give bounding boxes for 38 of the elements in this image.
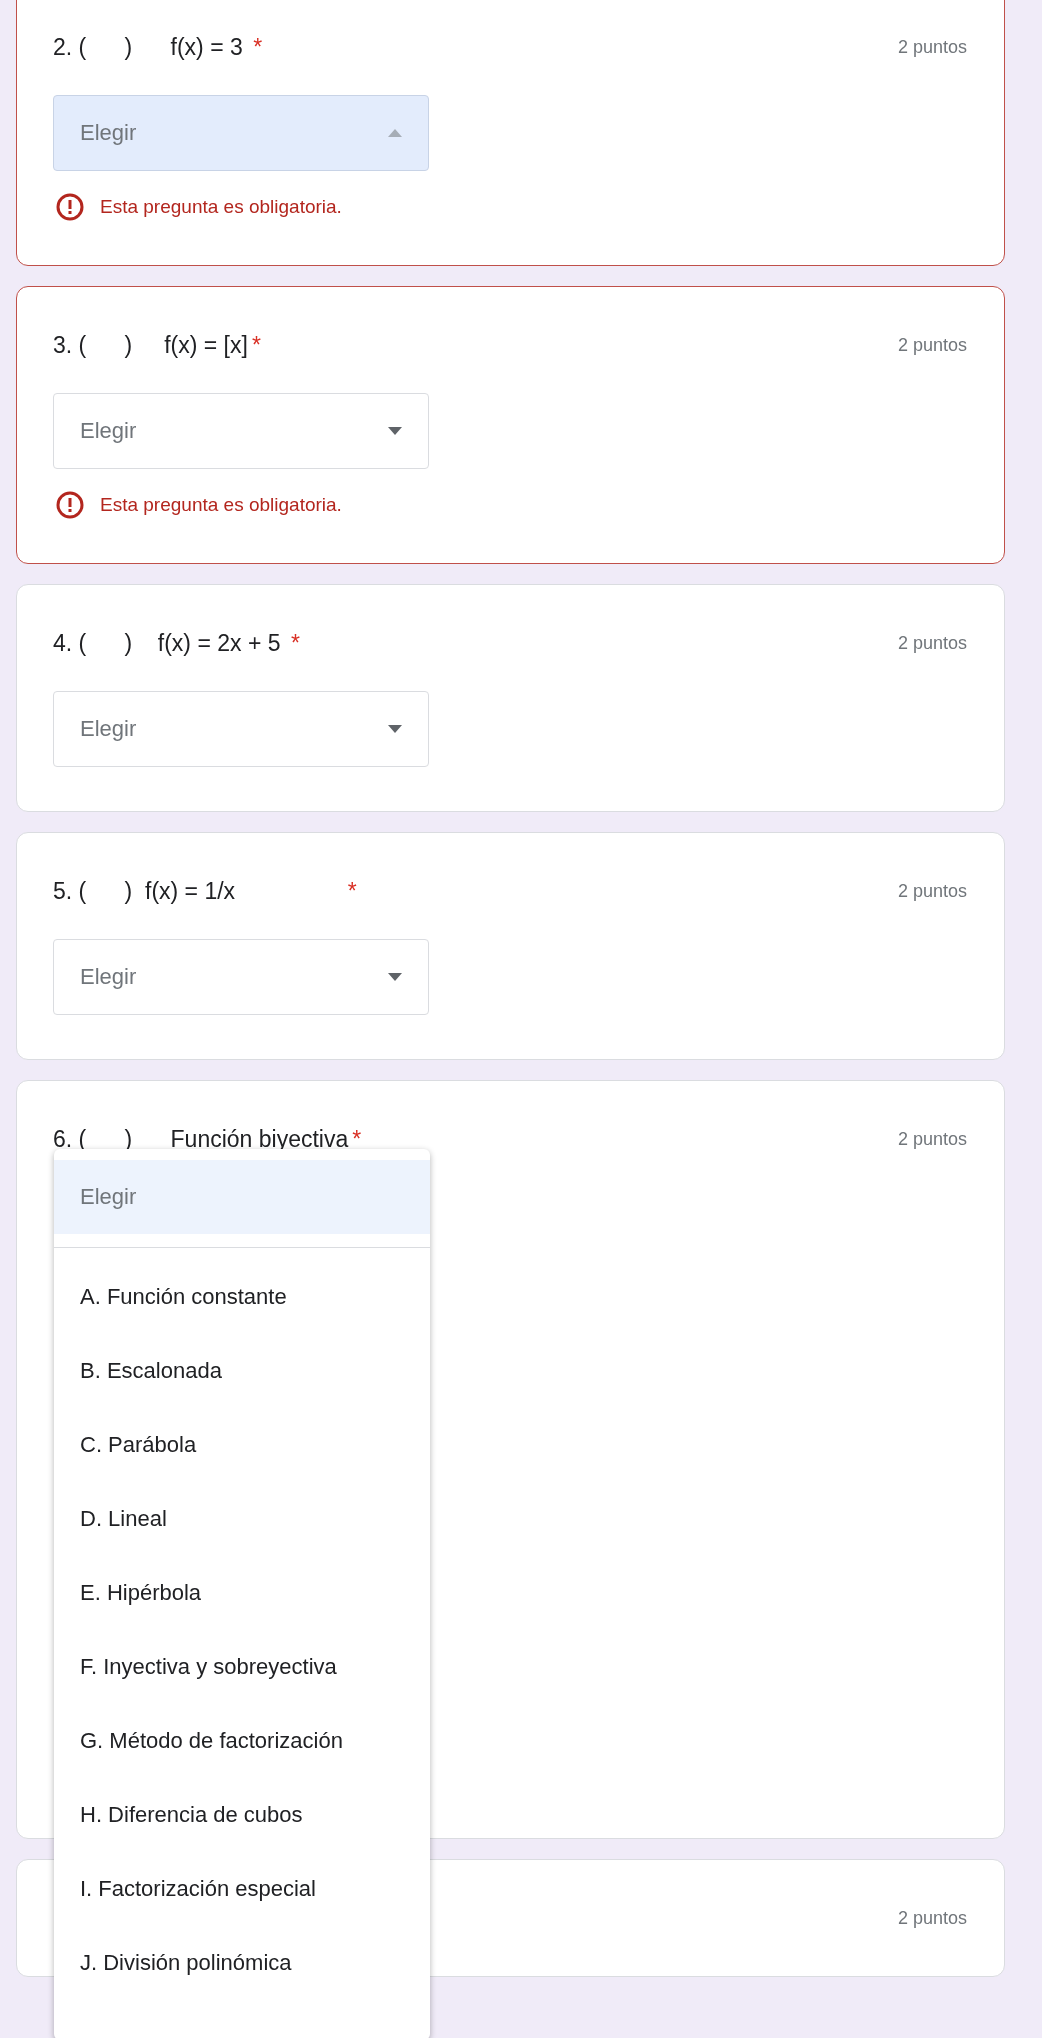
error-message: Esta pregunta es obligatoria. (100, 494, 342, 516)
points-label: 2 puntos (897, 880, 967, 902)
menu-option[interactable]: E. Hipérbola (54, 1556, 430, 1630)
points-label: 2 puntos (897, 1907, 967, 1929)
question-title: 4. ( ) f(x) = 2x + 5 (53, 629, 282, 657)
menu-option[interactable]: I. Factorización especial (54, 1852, 430, 1926)
menu-option[interactable]: F. Inyectiva y sobreyectiva (54, 1630, 430, 1704)
required-asterisk: * (251, 331, 261, 359)
choose-dropdown[interactable]: Elegir (53, 691, 429, 767)
error-message: Esta pregunta es obligatoria. (100, 196, 342, 218)
choose-dropdown[interactable]: Elegir (53, 939, 429, 1015)
required-asterisk: * (290, 629, 300, 657)
points-label: 2 puntos (897, 334, 967, 356)
choose-dropdown[interactable]: Elegir (53, 95, 429, 171)
menu-option[interactable]: J. División polinómica (54, 1926, 430, 2000)
menu-option[interactable]: Elegir (54, 1160, 430, 1234)
menu-option[interactable]: B. Escalonada (54, 1334, 430, 1408)
required-asterisk: * (253, 33, 263, 61)
menu-option[interactable]: A. Función constante (54, 1260, 430, 1334)
choose-dropdown[interactable]: Elegir (53, 393, 429, 469)
question-title: 3. ( ) f(x) = [x] (53, 331, 248, 359)
menu-option[interactable]: D. Lineal (54, 1482, 430, 1556)
menu-option[interactable]: G. Método de factorización (54, 1704, 430, 1778)
error-icon (56, 193, 84, 221)
caret-icon (388, 427, 402, 435)
points-label: 2 puntos (897, 632, 967, 654)
menu-option[interactable]: C. Parábola (54, 1408, 430, 1482)
error-icon (56, 491, 84, 519)
required-asterisk: * (352, 1125, 362, 1153)
question-title: 2. ( ) f(x) = 3 (53, 33, 244, 61)
points-label: 2 puntos (897, 1128, 967, 1150)
required-asterisk: * (347, 877, 357, 905)
menu-option[interactable]: H. Diferencia de cubos (54, 1778, 430, 1852)
caret-icon (388, 973, 402, 981)
caret-icon (388, 725, 402, 733)
question-title: 5. ( ) f(x) = 1/x (53, 877, 237, 905)
points-label: 2 puntos (897, 36, 967, 58)
caret-icon (388, 129, 402, 137)
